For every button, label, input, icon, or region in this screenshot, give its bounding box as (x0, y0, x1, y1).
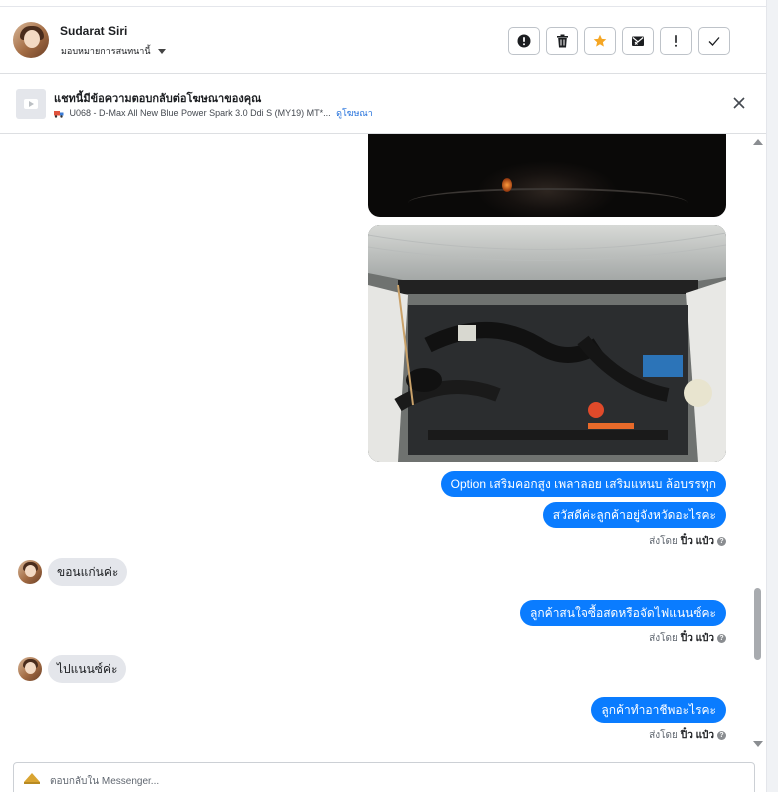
message-incoming[interactable]: ไปแนนซ์ค่ะ (48, 655, 127, 683)
message-thread[interactable]: Option เสริมคอกสูง เพลาลอย เสริมแหนบ ล้อ… (0, 134, 752, 756)
message-outgoing[interactable]: Option เสริมคอกสูง เพลาลอย เสริมแหนบ ล้อ… (440, 471, 726, 497)
engine-bay-photo[interactable] (368, 225, 726, 462)
truck-icon (54, 110, 64, 118)
ad-thumbnail[interactable] (16, 89, 46, 119)
page-logo-icon (24, 773, 40, 784)
mail-x-icon (632, 36, 644, 46)
contact-name[interactable]: Sudarat Siri (60, 24, 127, 38)
help-icon[interactable]: ? (717, 634, 726, 643)
report-button[interactable] (660, 27, 692, 55)
conversation-header: Sudarat Siri มอบหมายการสนทนานี้ (0, 7, 766, 74)
assign-label: มอบหมายการสนทนานี้ (61, 46, 151, 56)
ad-reply-banner: แชทนี้มีข้อความตอบกลับต่อโฆษณาของคุณ U06… (0, 74, 766, 134)
mark-unread-button[interactable] (622, 27, 654, 55)
sent-by-prefix: ส่งโดย (649, 536, 678, 547)
top-border (0, 0, 766, 7)
caret-down-icon (157, 48, 166, 54)
photo-detail (408, 188, 688, 217)
ad-name: U068 - D-Max All New Blue Power Spark 3.… (69, 108, 331, 118)
sent-by-label: ส่งโดย ปิ๋ว แป๋ว ? (649, 631, 726, 646)
incoming-message-row: ไปแนนซ์ค่ะ (18, 655, 127, 683)
sent-by-prefix: ส่งโดย (649, 633, 678, 644)
reply-composer[interactable]: ตอบกลับใน Messenger... (13, 762, 755, 792)
car-interior-dark-photo[interactable] (368, 134, 726, 217)
contact-avatar[interactable] (13, 22, 49, 58)
ad-banner-subtitle: U068 - D-Max All New Blue Power Spark 3.… (54, 106, 373, 120)
check-icon (708, 37, 720, 46)
scroll-thumb[interactable] (754, 588, 761, 660)
engine-bay-drawing (368, 225, 726, 462)
reply-input-placeholder[interactable]: ตอบกลับใน Messenger... (50, 774, 159, 789)
message-outgoing[interactable]: ลูกค้าทำอาชีพอะไรคะ (591, 697, 726, 723)
close-icon[interactable] (732, 96, 746, 110)
message-incoming[interactable]: ขอนแก่นค่ะ (48, 558, 128, 586)
avatar-face (25, 662, 36, 674)
help-icon[interactable]: ? (717, 731, 726, 740)
sent-by-label: ส่งโดย ปิ๋ว แป๋ว ? (649, 534, 726, 549)
exclamation-icon (675, 35, 677, 47)
scroll-up-arrow-icon[interactable] (753, 139, 763, 145)
sender-name: ปิ๋ว แป๋ว (680, 730, 714, 741)
trash-icon (556, 34, 568, 48)
video-icon (24, 99, 38, 109)
sender-name: ปิ๋ว แป๋ว (680, 536, 714, 547)
sender-name: ปิ๋ว แป๋ว (680, 633, 714, 644)
page-scroll-rail[interactable] (766, 0, 778, 792)
header-actions (508, 27, 730, 55)
star-button[interactable] (584, 27, 616, 55)
contact-avatar-small[interactable] (18, 560, 42, 584)
avatar-face (24, 30, 40, 48)
message-outgoing[interactable]: ลูกค้าสนใจซื้อสดหรือจัดไฟแนนซ์คะ (520, 600, 726, 626)
photo-detail (502, 178, 512, 192)
mark-done-button[interactable] (698, 27, 730, 55)
message-outgoing[interactable]: สวัสดีค่ะลูกค้าอยู่จังหวัดอะไรคะ (542, 502, 726, 528)
star-icon (593, 34, 607, 47)
exclamation-circle-icon (517, 34, 531, 48)
assign-conversation-dropdown[interactable]: มอบหมายการสนทนานี้ (61, 44, 166, 58)
delete-button[interactable] (546, 27, 578, 55)
sent-by-prefix: ส่งโดย (649, 730, 678, 741)
scroll-down-arrow-icon[interactable] (753, 741, 763, 747)
help-icon[interactable]: ? (717, 537, 726, 546)
avatar-face (25, 565, 36, 577)
sent-by-label: ส่งโดย ปิ๋ว แป๋ว ? (649, 728, 726, 743)
mark-spam-button[interactable] (508, 27, 540, 55)
contact-avatar-small[interactable] (18, 657, 42, 681)
ad-banner-title: แชทนี้มีข้อความตอบกลับต่อโฆษณาของคุณ (54, 93, 262, 105)
incoming-message-row: ขอนแก่นค่ะ (18, 558, 128, 586)
view-ad-link[interactable]: ดูโฆษณา (336, 108, 373, 118)
thread-scrollbar[interactable] (752, 134, 764, 756)
